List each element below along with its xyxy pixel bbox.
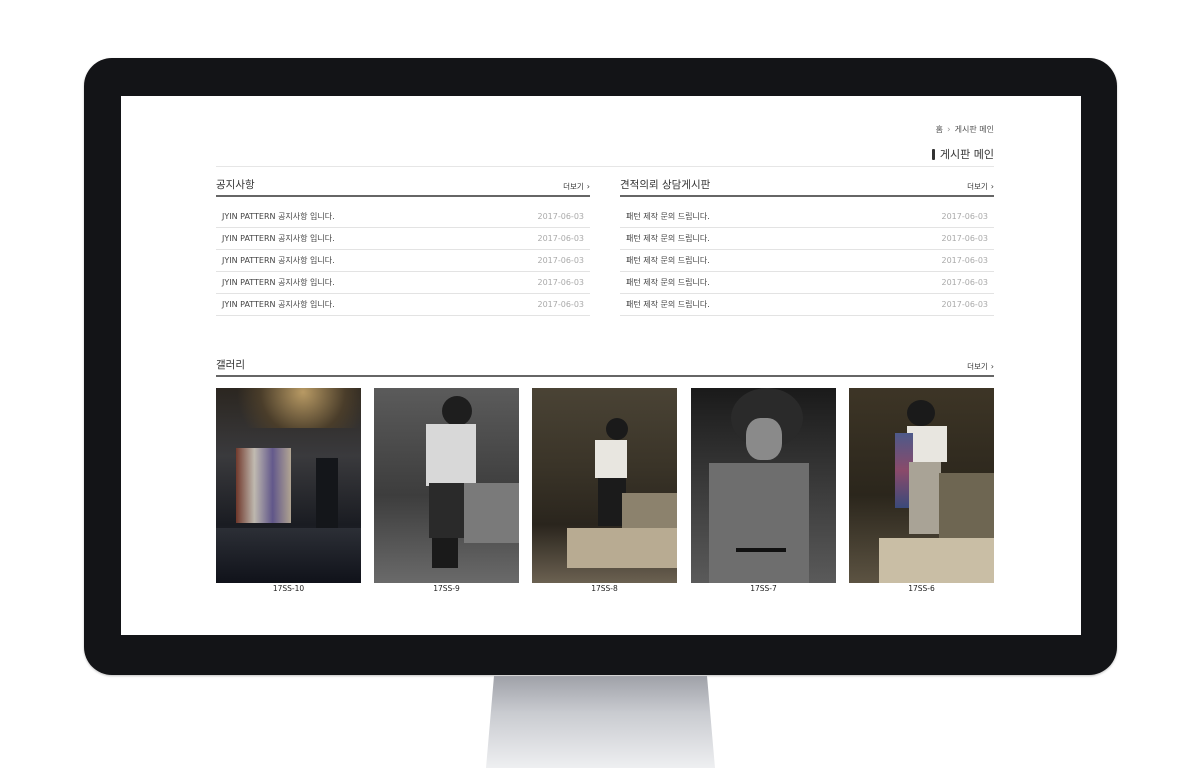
notice-board-title: 공지사항 (216, 179, 255, 191)
gallery-item[interactable]: 17SS-10 (216, 388, 361, 593)
list-item[interactable]: 패턴 제작 문의 드립니다. 2017-06-03 (620, 228, 994, 250)
notice-board-header: 공지사항 더보기 › (216, 178, 590, 197)
list-item[interactable]: JYIN PATTERN 공지사항 입니다. 2017-06-03 (216, 294, 590, 316)
monitor-screen: 홈 › 게시판 메인 게시판 메인 공지사항 더보기 › JYIN PATTER… (121, 96, 1081, 635)
post-date: 2017-06-03 (537, 278, 585, 287)
gallery-item[interactable]: 17SS-7 (691, 388, 836, 593)
gallery-caption: 17SS-6 (908, 584, 935, 593)
breadcrumb-current: 게시판 메인 (954, 125, 994, 134)
gallery-title: 갤러리 (216, 359, 245, 371)
divider (216, 166, 994, 167)
gallery-thumbnail (374, 388, 519, 583)
gallery-caption: 17SS-8 (591, 584, 618, 593)
gallery-more-link[interactable]: 더보기 › (967, 361, 994, 372)
notice-list: JYIN PATTERN 공지사항 입니다. 2017-06-03 JYIN P… (216, 206, 590, 316)
list-item[interactable]: 패턴 제작 문의 드립니다. 2017-06-03 (620, 294, 994, 316)
inquiry-board: 견적의뢰 상담게시판 더보기 › 패턴 제작 문의 드립니다. 2017-06-… (620, 178, 994, 316)
post-subject: JYIN PATTERN 공지사항 입니다. (222, 234, 335, 243)
notice-more-link[interactable]: 더보기 › (563, 181, 590, 192)
gallery-thumbnail (691, 388, 836, 583)
chevron-right-icon: › (990, 182, 994, 191)
post-subject: JYIN PATTERN 공지사항 입니다. (222, 256, 335, 265)
gallery-caption: 17SS-9 (433, 584, 460, 593)
post-date: 2017-06-03 (941, 234, 989, 243)
post-subject: 패턴 제작 문의 드립니다. (626, 278, 710, 287)
notice-board: 공지사항 더보기 › JYIN PATTERN 공지사항 입니다. 2017-0… (216, 178, 590, 316)
page-title: 게시판 메인 (931, 146, 994, 162)
inquiry-list: 패턴 제작 문의 드립니다. 2017-06-03 패턴 제작 문의 드립니다.… (620, 206, 994, 316)
post-date: 2017-06-03 (941, 256, 989, 265)
post-date: 2017-06-03 (941, 300, 989, 309)
list-item[interactable]: JYIN PATTERN 공지사항 입니다. 2017-06-03 (216, 228, 590, 250)
post-subject: JYIN PATTERN 공지사항 입니다. (222, 212, 335, 221)
gallery-item[interactable]: 17SS-8 (532, 388, 677, 593)
chevron-right-icon: › (990, 362, 994, 371)
post-subject: 패턴 제작 문의 드립니다. (626, 234, 710, 243)
list-item[interactable]: 패턴 제작 문의 드립니다. 2017-06-03 (620, 272, 994, 294)
gallery-section: 갤러리 더보기 › 17SS-10 17SS-9 17SS-8 17SS-7 1… (216, 358, 994, 593)
gallery-item[interactable]: 17SS-6 (849, 388, 994, 593)
gallery-item[interactable]: 17SS-9 (374, 388, 519, 593)
chevron-right-icon: › (586, 182, 590, 191)
post-subject: 패턴 제작 문의 드립니다. (626, 300, 710, 309)
post-subject: JYIN PATTERN 공지사항 입니다. (222, 300, 335, 309)
gallery-caption: 17SS-10 (272, 584, 305, 593)
post-subject: 패턴 제작 문의 드립니다. (626, 212, 710, 221)
inquiry-board-title: 견적의뢰 상담게시판 (620, 179, 711, 191)
post-subject: 패턴 제작 문의 드립니다. (626, 256, 710, 265)
post-date: 2017-06-03 (941, 212, 989, 221)
breadcrumb: 홈 › 게시판 메인 (936, 124, 994, 135)
chevron-right-icon: › (947, 124, 951, 135)
post-subject: JYIN PATTERN 공지사항 입니다. (222, 278, 335, 287)
monitor-stand (486, 676, 715, 768)
post-date: 2017-06-03 (537, 234, 585, 243)
post-date: 2017-06-03 (537, 300, 585, 309)
more-label: 더보기 (563, 182, 584, 191)
post-date: 2017-06-03 (537, 212, 585, 221)
more-label: 더보기 (967, 362, 988, 371)
breadcrumb-home[interactable]: 홈 (936, 124, 943, 135)
gallery-thumbnail (532, 388, 677, 583)
inquiry-more-link[interactable]: 더보기 › (967, 181, 994, 192)
list-item[interactable]: JYIN PATTERN 공지사항 입니다. 2017-06-03 (216, 206, 590, 228)
gallery-thumbnail (849, 388, 994, 583)
list-item[interactable]: JYIN PATTERN 공지사항 입니다. 2017-06-03 (216, 272, 590, 294)
gallery-thumbnail (216, 388, 361, 583)
gallery-caption: 17SS-7 (750, 584, 777, 593)
list-item[interactable]: JYIN PATTERN 공지사항 입니다. 2017-06-03 (216, 250, 590, 272)
post-date: 2017-06-03 (537, 256, 585, 265)
inquiry-board-header: 견적의뢰 상담게시판 더보기 › (620, 178, 994, 197)
gallery-header: 갤러리 더보기 › (216, 358, 994, 377)
page-title-text: 게시판 메인 (939, 148, 994, 161)
list-item[interactable]: 패턴 제작 문의 드립니다. 2017-06-03 (620, 250, 994, 272)
post-date: 2017-06-03 (941, 278, 989, 287)
more-label: 더보기 (967, 182, 988, 191)
list-item[interactable]: 패턴 제작 문의 드립니다. 2017-06-03 (620, 206, 994, 228)
title-marker (931, 148, 935, 160)
